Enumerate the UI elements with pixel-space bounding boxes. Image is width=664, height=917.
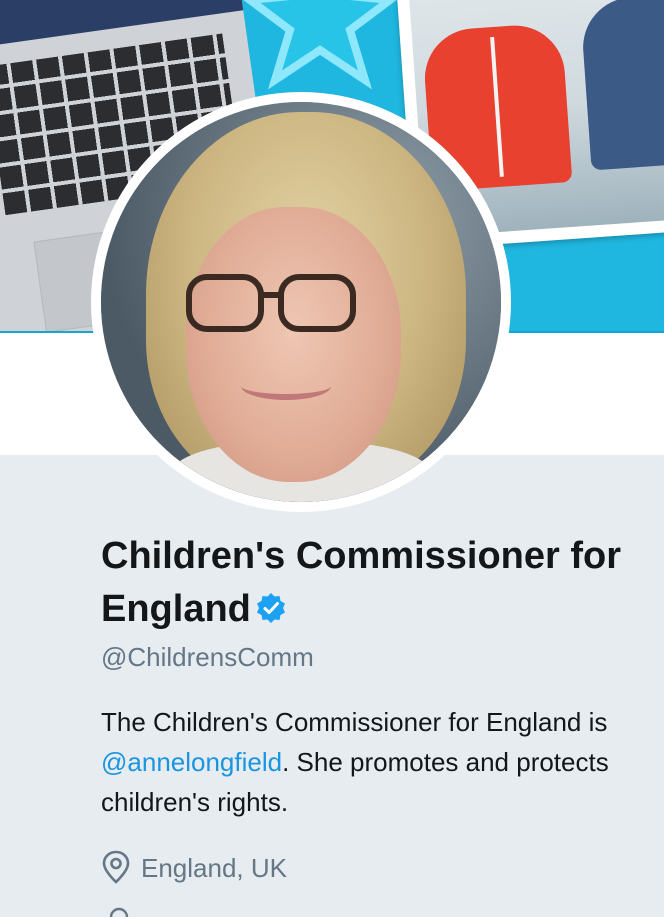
- bio-mention-link[interactable]: @annelongfield: [101, 747, 282, 777]
- banner-star-image: [243, 0, 397, 90]
- profile-bio: The Children's Commissioner for England …: [101, 702, 646, 822]
- map-pin-icon: [101, 850, 131, 884]
- verified-badge-icon: [255, 586, 287, 623]
- bio-text-start: The Children's Commissioner for England …: [101, 707, 608, 737]
- location-text: England, UK: [141, 853, 287, 883]
- profile-location: England, UK: [101, 850, 287, 884]
- profile-avatar[interactable]: [91, 92, 511, 512]
- profile-name[interactable]: Children's Commissioner for England: [101, 530, 641, 636]
- link-icon: [109, 907, 129, 917]
- profile-name-text[interactable]: Children's Commissioner for England: [101, 535, 621, 630]
- profile-handle[interactable]: @ChildrensComm: [101, 642, 314, 673]
